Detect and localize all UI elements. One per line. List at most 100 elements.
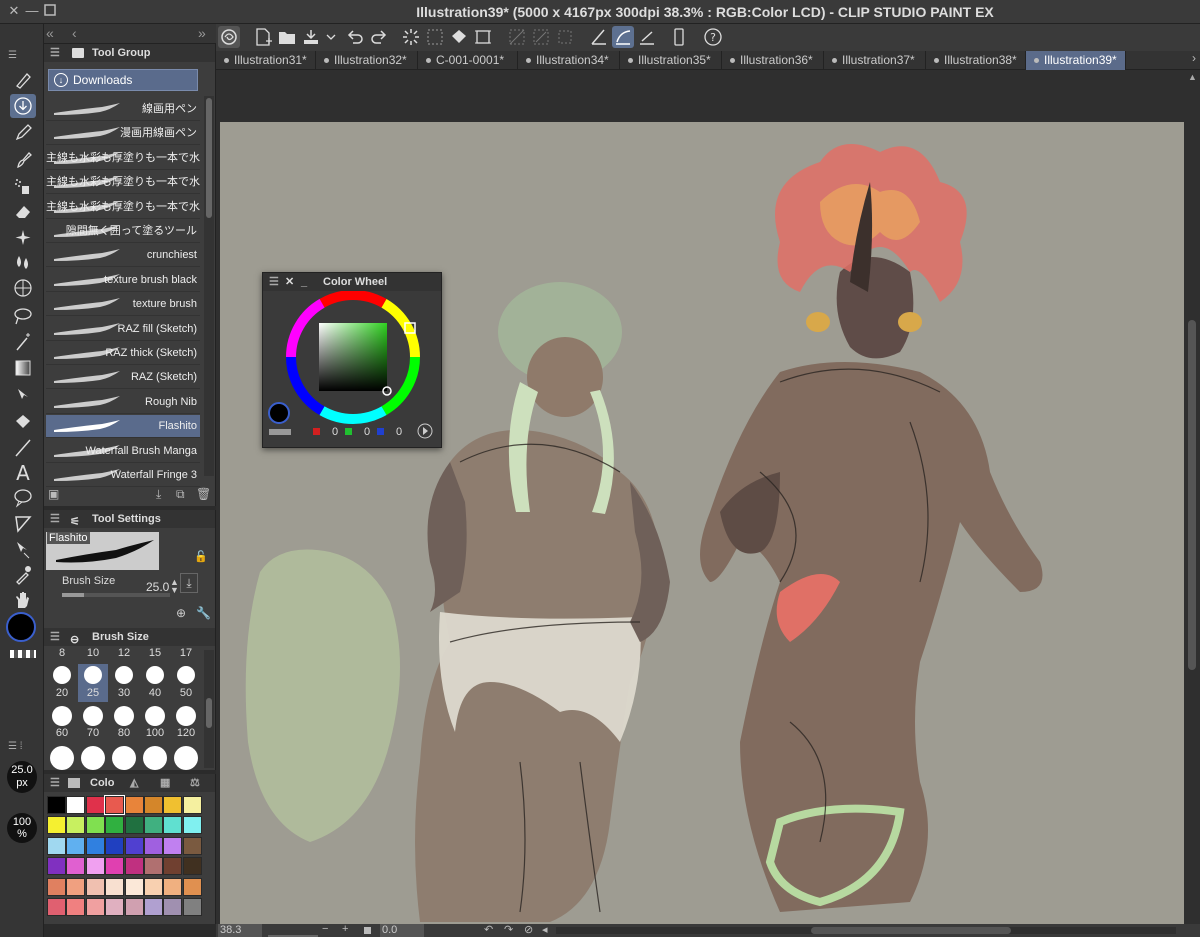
color-swatch[interactable] xyxy=(163,877,183,896)
brush-item[interactable]: RAZ fill (Sketch) xyxy=(46,317,200,341)
brush-size-preset[interactable]: 30 xyxy=(109,664,139,702)
eraser-tool-icon[interactable] xyxy=(10,200,36,224)
color-r-value[interactable]: 0 xyxy=(332,426,338,438)
brush-item[interactable]: 線画用ペン xyxy=(46,98,200,121)
approx-color-tab-icon[interactable]: ▦ xyxy=(160,774,170,792)
brush-list-scrollbar[interactable] xyxy=(204,96,214,476)
color-swatch[interactable] xyxy=(66,796,86,814)
clear-selection-icon[interactable] xyxy=(506,26,528,48)
color-swatch[interactable] xyxy=(66,898,86,916)
intermediate-color-tab-icon[interactable]: ◭ xyxy=(130,774,138,792)
brush-size-preset-label[interactable]: 8 xyxy=(47,647,77,659)
color-swatch[interactable] xyxy=(47,836,66,855)
fit-icon[interactable] xyxy=(364,927,371,934)
brush-size-slider[interactable] xyxy=(62,593,170,597)
tab-illustration32[interactable]: Illustration32* xyxy=(316,51,418,70)
color-swatch[interactable] xyxy=(47,816,66,835)
color-swatch[interactable] xyxy=(182,877,202,896)
indicator-menu-icon[interactable]: ☰ ⁞ xyxy=(0,741,44,755)
brush-item[interactable]: texture brush xyxy=(46,293,200,317)
collapse-panel-icon[interactable]: « xyxy=(46,25,54,41)
color-swatch[interactable] xyxy=(47,857,66,876)
loading-icon[interactable] xyxy=(400,26,422,48)
brush-size-circle[interactable] xyxy=(50,746,74,770)
color-swatch[interactable] xyxy=(85,857,105,876)
reset-icon[interactable]: ⊕ xyxy=(176,606,186,620)
snap-grid-icon[interactable] xyxy=(636,26,658,48)
color-swatch[interactable] xyxy=(85,898,105,916)
color-swatch[interactable] xyxy=(66,857,86,876)
open-folder-icon[interactable] xyxy=(276,26,298,48)
magic-wand-tool-icon[interactable] xyxy=(10,330,36,354)
tab-illustration34[interactable]: Illustration34* xyxy=(518,51,620,70)
tab-illustration37[interactable]: Illustration37* xyxy=(824,51,926,70)
color-g-value[interactable]: 0 xyxy=(364,426,370,438)
brush-size-preset[interactable]: 20 xyxy=(47,664,77,702)
brush-size-preset[interactable]: 100 xyxy=(140,704,170,742)
color-swatch[interactable] xyxy=(144,877,163,896)
brush-size-circle[interactable] xyxy=(112,746,136,770)
color-swatch[interactable] xyxy=(182,796,202,814)
scroll-up-icon[interactable]: ▲ xyxy=(1188,72,1197,82)
fill-tool-icon[interactable] xyxy=(10,410,36,434)
color-swatch[interactable] xyxy=(47,796,66,814)
lasso-tool-icon[interactable] xyxy=(10,304,36,328)
brush-size-preset-label[interactable]: 10 xyxy=(78,647,108,659)
blend-tool-icon[interactable] xyxy=(10,250,36,274)
mesh-tool-icon[interactable] xyxy=(10,276,36,300)
tab-illustration31[interactable]: Illustration31* xyxy=(216,51,316,70)
tool-subgroup-downloads[interactable]: ↓ Downloads xyxy=(48,69,198,91)
download-tool-button-icon[interactable]: ⤓ xyxy=(156,487,161,502)
color-swatch[interactable] xyxy=(182,898,202,916)
color-swatch[interactable] xyxy=(163,857,183,876)
frame-tool-icon[interactable] xyxy=(10,512,36,536)
brush-item[interactable]: 主線も水彩も厚塗りも一本で水 xyxy=(46,146,200,170)
delete-tool-icon[interactable]: 🗑 xyxy=(196,487,211,501)
app-icon[interactable] xyxy=(218,26,240,48)
brush-item[interactable]: 隙間無く囲って塗るツール xyxy=(46,220,200,243)
brush-size-circle[interactable] xyxy=(81,746,105,770)
tab-illustration38[interactable]: Illustration38* xyxy=(926,51,1026,70)
brush-item[interactable]: crunchiest xyxy=(46,244,200,268)
tool-property-icon[interactable]: ▣ xyxy=(48,487,59,501)
pressure-settings-icon[interactable]: ⤓ xyxy=(180,573,198,593)
close-panel-icon[interactable]: ✕ xyxy=(285,273,294,291)
rotation-value[interactable]: 0.0 xyxy=(380,924,424,937)
brush-size-preset-label[interactable]: 17 xyxy=(171,647,201,659)
tab-illustration35[interactable]: Illustration35* xyxy=(620,51,722,70)
correct-line-tool-icon[interactable] xyxy=(10,538,36,562)
balloon-tool-icon[interactable] xyxy=(10,486,36,510)
color-swatch[interactable] xyxy=(182,857,202,876)
brush-size-preset[interactable]: 70 xyxy=(78,704,108,742)
tab-scroll-icon[interactable]: › xyxy=(1192,51,1196,65)
help-icon[interactable]: ? xyxy=(702,26,724,48)
panel-menu-icon[interactable]: ☰ xyxy=(269,273,279,291)
save-dropdown-icon[interactable] xyxy=(320,26,336,48)
gradient-tool-icon[interactable] xyxy=(10,356,36,380)
color-swatch[interactable] xyxy=(105,857,125,876)
color-swatch[interactable] xyxy=(105,877,125,896)
color-swatch[interactable] xyxy=(163,796,183,814)
color-swatch[interactable] xyxy=(47,877,66,896)
brush-size-preset[interactable]: 120 xyxy=(171,704,201,742)
pencil-tool-icon[interactable] xyxy=(10,120,36,144)
new-file-icon[interactable] xyxy=(252,26,274,48)
color-swatch[interactable] xyxy=(163,816,183,835)
brush-size-preset-label[interactable]: 15 xyxy=(140,647,170,659)
color-b-value[interactable]: 0 xyxy=(396,426,402,438)
copy-tool-icon[interactable]: ⧉ xyxy=(176,487,185,502)
redo-icon[interactable] xyxy=(368,26,390,48)
minimize-panel-icon[interactable]: _ xyxy=(301,273,307,291)
brush-item[interactable]: Rough Nib xyxy=(46,390,200,414)
scroll-thumb[interactable] xyxy=(1188,320,1196,670)
brush-size-circle[interactable] xyxy=(174,746,198,770)
zoom-in-icon[interactable]: + xyxy=(342,923,348,935)
zoom-value[interactable]: 38.3 xyxy=(218,924,262,937)
text-tool-icon[interactable]: A xyxy=(10,460,36,485)
color-swatch[interactable] xyxy=(105,836,125,855)
brush-item[interactable]: Waterfall Brush Manga xyxy=(46,439,200,463)
rotate-right-icon[interactable]: ↷ xyxy=(504,923,513,936)
color-swatch[interactable] xyxy=(144,857,163,876)
brush-item[interactable]: Waterfall Fringe 3 xyxy=(46,464,200,487)
color-history-tab-icon[interactable]: ⚖ xyxy=(190,774,200,792)
